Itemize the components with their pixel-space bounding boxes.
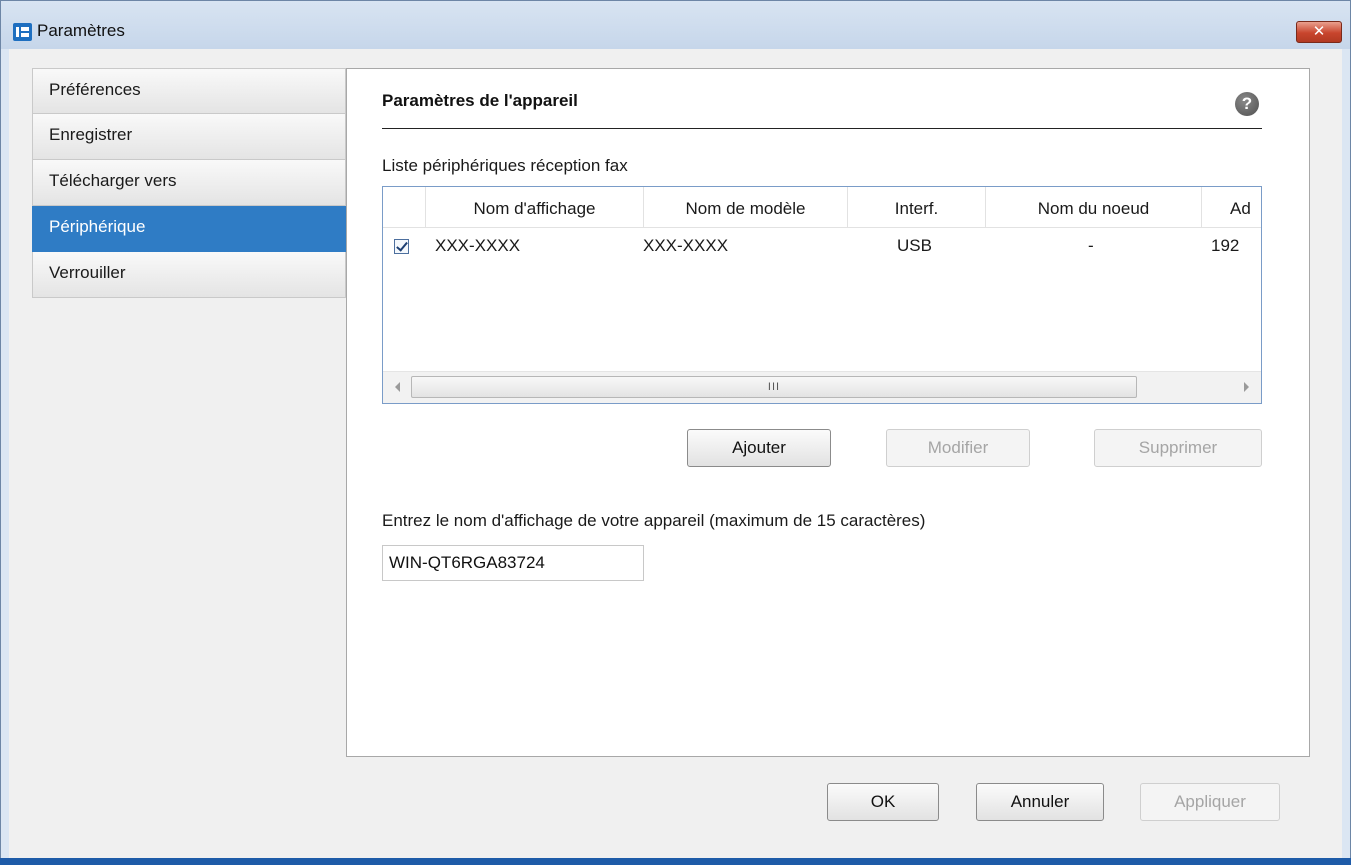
modify-button[interactable]: Modifier	[886, 429, 1030, 467]
settings-nav: Préférences Enregistrer Télécharger vers…	[32, 68, 346, 298]
add-button[interactable]: Ajouter	[687, 429, 831, 467]
column-header-interface[interactable]: Interf.	[847, 187, 985, 227]
nav-item-lock[interactable]: Verrouiller	[32, 252, 346, 298]
device-checkbox[interactable]	[394, 239, 409, 254]
window-title: Paramètres	[37, 21, 125, 40]
close-icon: ✕	[1312, 23, 1326, 40]
title-bar[interactable]: Paramètres ✕	[1, 1, 1350, 49]
cell-model: XXX-XXXX	[643, 236, 729, 255]
column-header-check[interactable]	[383, 187, 425, 227]
column-header-address[interactable]: Ad	[1201, 187, 1261, 227]
display-name-input[interactable]: WIN-QT6RGA83724	[382, 545, 644, 581]
ok-button[interactable]: OK	[827, 783, 939, 821]
device-list-caption: Liste périphériques réception fax	[382, 156, 628, 175]
help-icon[interactable]: ?	[1235, 92, 1259, 116]
cell-display-name: XXX-XXXX	[435, 236, 521, 255]
fax-device-list[interactable]: Nom d'affichage Nom de modèle Interf. No…	[382, 186, 1262, 404]
section-title: Paramètres de l'appareil	[382, 91, 578, 110]
settings-window: Paramètres ✕ Préférences Enregistrer Tél…	[0, 0, 1351, 865]
delete-button[interactable]: Supprimer	[1094, 429, 1262, 467]
display-name-caption: Entrez le nom d'affichage de votre appar…	[382, 511, 926, 530]
close-button[interactable]: ✕	[1296, 21, 1342, 43]
nav-item-device[interactable]: Périphérique	[32, 206, 346, 252]
horizontal-scrollbar[interactable]: III	[383, 371, 1261, 403]
column-header-display-name[interactable]: Nom d'affichage	[425, 187, 643, 227]
nav-item-save[interactable]: Enregistrer	[32, 114, 346, 160]
window-bottom-edge	[0, 858, 1351, 865]
cell-node: -	[1088, 236, 1094, 255]
dialog-body: Préférences Enregistrer Télécharger vers…	[9, 49, 1342, 859]
scroll-thumb[interactable]: III	[411, 376, 1137, 398]
column-header-model[interactable]: Nom de modèle	[643, 187, 847, 227]
cell-address: 192	[1211, 236, 1240, 255]
column-header-node[interactable]: Nom du noeud	[985, 187, 1201, 227]
app-icon	[13, 23, 32, 41]
nav-item-preferences[interactable]: Préférences	[32, 68, 346, 114]
cell-interface: USB	[897, 236, 932, 255]
section-divider	[382, 128, 1262, 129]
scroll-right-icon[interactable]	[1244, 382, 1249, 392]
table-row[interactable]: XXX-XXXX XXX-XXXX USB - 192	[383, 227, 1261, 263]
scroll-grip-icon: III	[767, 381, 781, 393]
nav-item-upload[interactable]: Télécharger vers	[32, 160, 346, 206]
device-settings-panel: Paramètres de l'appareil ? Liste périphé…	[346, 68, 1310, 757]
scroll-left-icon[interactable]	[395, 382, 400, 392]
list-header: Nom d'affichage Nom de modèle Interf. No…	[383, 187, 1261, 228]
apply-button[interactable]: Appliquer	[1140, 783, 1280, 821]
cancel-button[interactable]: Annuler	[976, 783, 1104, 821]
